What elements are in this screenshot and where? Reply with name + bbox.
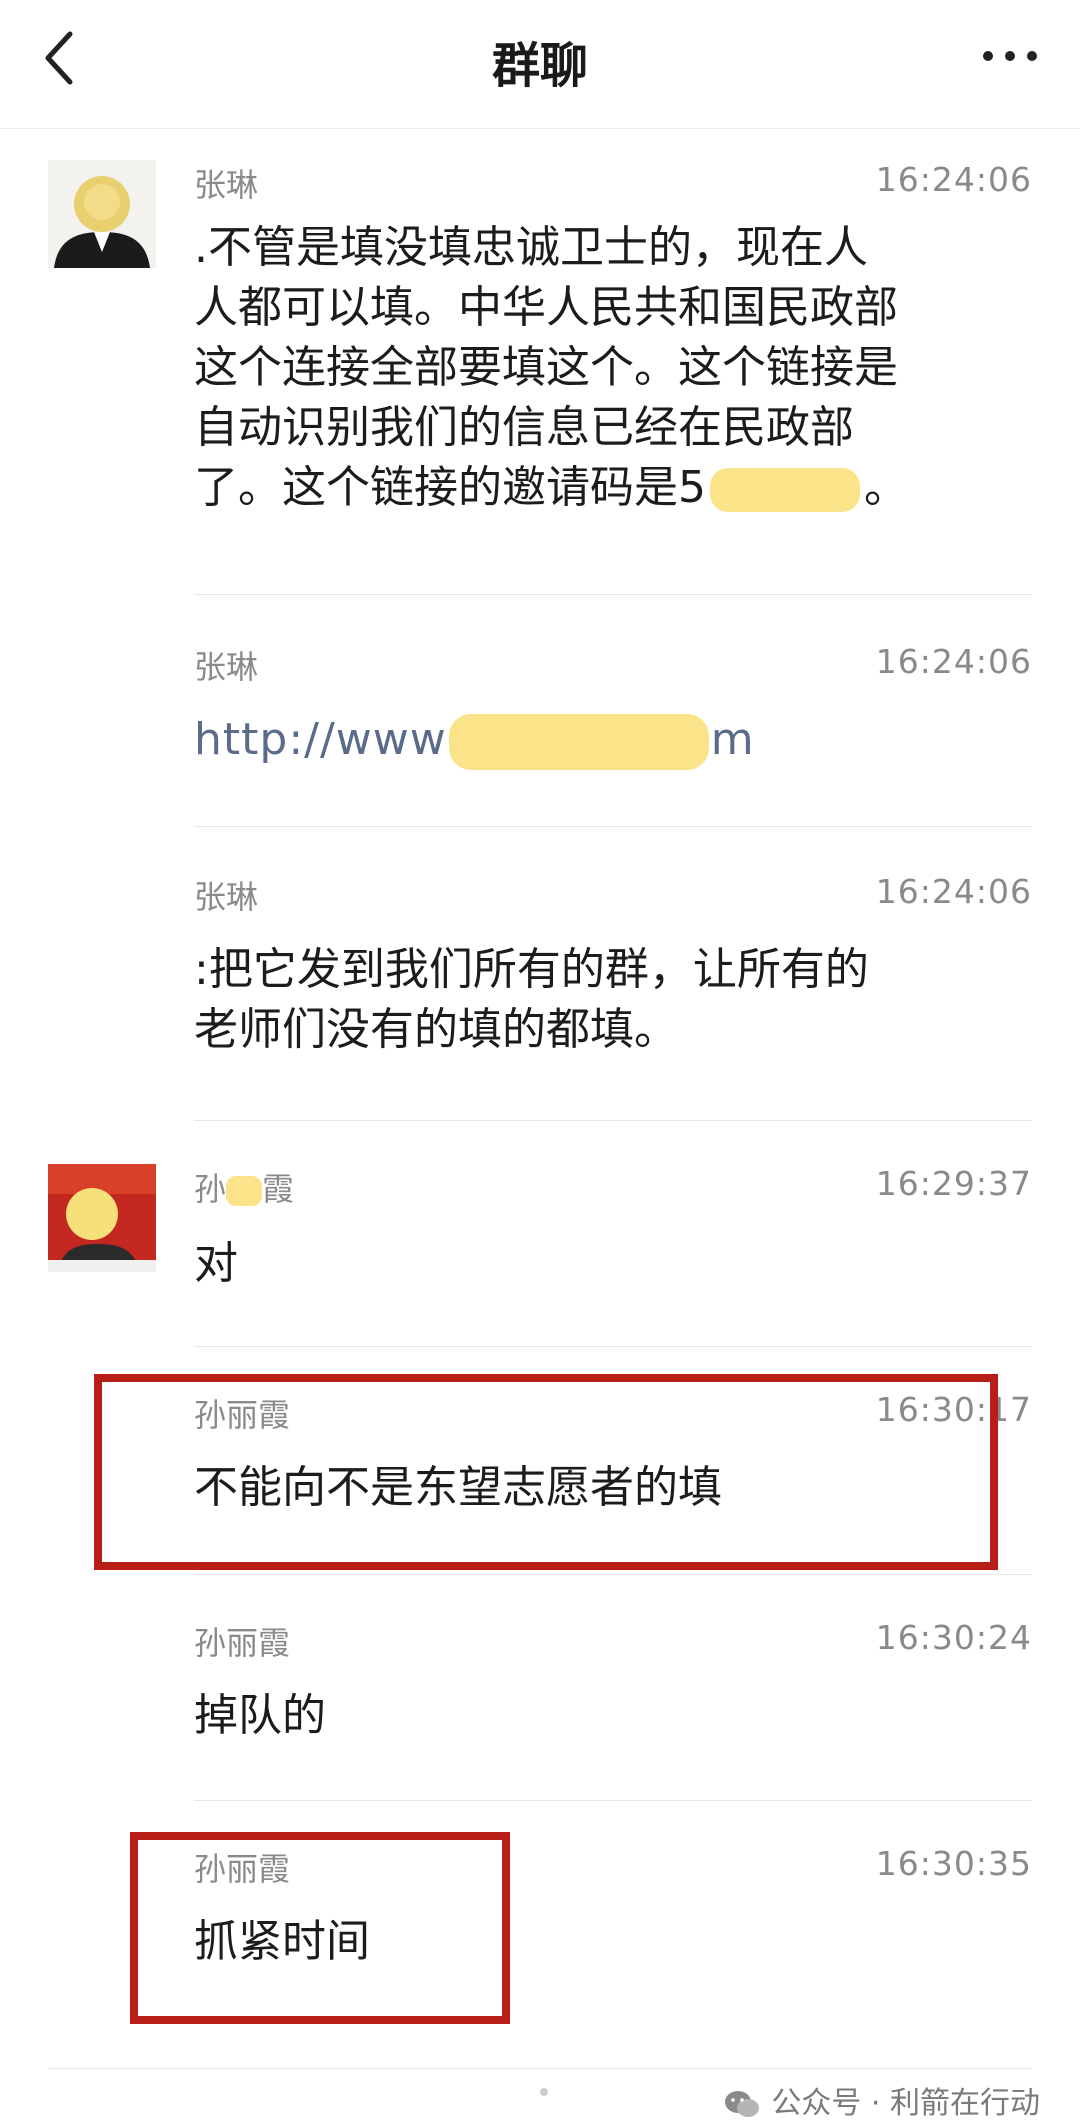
link-text-start: http://www: [194, 714, 447, 765]
message-text: :把它发到我们所有的群，让所有的 老师们没有的填的都填。: [194, 940, 1034, 1060]
message-line: 这个连接全部要填这个。这个链接是: [194, 342, 898, 393]
message-item[interactable]: 张琳 16:24:06 .不管是填没填忠诚卫士的，现在人 人都可以填。中华人民共…: [0, 130, 1080, 600]
message-link[interactable]: http://www m: [194, 710, 1034, 770]
source-text: 公众号 · 利箭在行动: [771, 2086, 1040, 2121]
message-item[interactable]: 孙霞 16:29:37 对: [0, 1122, 1080, 1348]
message-time: 16:29:37: [875, 1164, 1032, 1203]
divider: [194, 1574, 1032, 1575]
message-time: 16:30:35: [875, 1844, 1032, 1883]
bottom-divider: [48, 2068, 1032, 2069]
sender-name-start: 孙: [194, 1170, 227, 1208]
message-line: 老师们没有的填的都填。: [194, 1004, 678, 1055]
source-watermark: 公众号 · 利箭在行动: [723, 2078, 1040, 2122]
divider: [194, 1346, 1032, 1347]
message-line: 了。这个链接的邀请码是5 。: [194, 458, 1034, 518]
link-text-end: m: [710, 714, 755, 765]
avatar[interactable]: [48, 1164, 156, 1272]
avatar[interactable]: [48, 160, 156, 268]
sender-name-end: 霞: [262, 1170, 295, 1208]
highlight-box: [94, 1374, 998, 1570]
message-text: 掉队的: [194, 1690, 326, 1741]
avatar-sunlixia-image: [48, 1164, 156, 1272]
sender-name: 张琳: [194, 878, 259, 916]
message-line: .不管是填没填忠诚卫士的，现在人: [194, 222, 868, 273]
top-bar: 群聊: [0, 0, 1080, 129]
divider: [194, 1120, 1032, 1121]
message-time: 16:24:06: [875, 160, 1032, 199]
message-line: 人都可以填。中华人民共和国民政部: [194, 282, 898, 333]
message-line-text: 了。这个链接的邀请码是5: [194, 462, 706, 513]
message-line-tail: 。: [864, 462, 908, 513]
message-line: :把它发到我们所有的群，让所有的: [194, 944, 869, 995]
highlight-box: [130, 1832, 510, 2024]
sender-name: 孙霞: [194, 1164, 294, 1210]
message-text: 对: [194, 1238, 238, 1289]
message-time: 16:24:06: [875, 642, 1032, 681]
more-options-icon[interactable]: [980, 32, 1040, 80]
divider: [194, 826, 1032, 827]
avatar-zhanglin-image: [48, 160, 156, 268]
message-item[interactable]: 孙丽霞 16:30:24 掉队的: [0, 1576, 1080, 1802]
redacted-code: [710, 468, 860, 512]
message-time: 16:24:06: [875, 872, 1032, 911]
message-item[interactable]: 张琳 16:24:06 :把它发到我们所有的群，让所有的 老师们没有的填的都填。: [0, 830, 1080, 1122]
message-line: 自动识别我们的信息已经在民政部: [194, 402, 854, 453]
divider: [194, 1800, 1032, 1801]
redacted-name: [226, 1176, 263, 1206]
sender-name: 张琳: [194, 648, 259, 686]
redacted-url: [448, 714, 709, 770]
message-item[interactable]: 张琳 16:24:06 http://www m: [0, 600, 1080, 830]
sender-name: 张琳: [194, 166, 259, 204]
wechat-icon: [725, 2090, 760, 2117]
divider: [194, 594, 1032, 595]
chat-title: 群聊: [491, 38, 588, 94]
message-time: 16:30:24: [875, 1618, 1032, 1657]
message-text: .不管是填没填忠诚卫士的，现在人 人都可以填。中华人民共和国民政部 这个连接全部…: [194, 218, 1034, 518]
page-indicator-dot: [540, 2088, 548, 2096]
sender-name: 孙丽霞: [194, 1624, 291, 1662]
